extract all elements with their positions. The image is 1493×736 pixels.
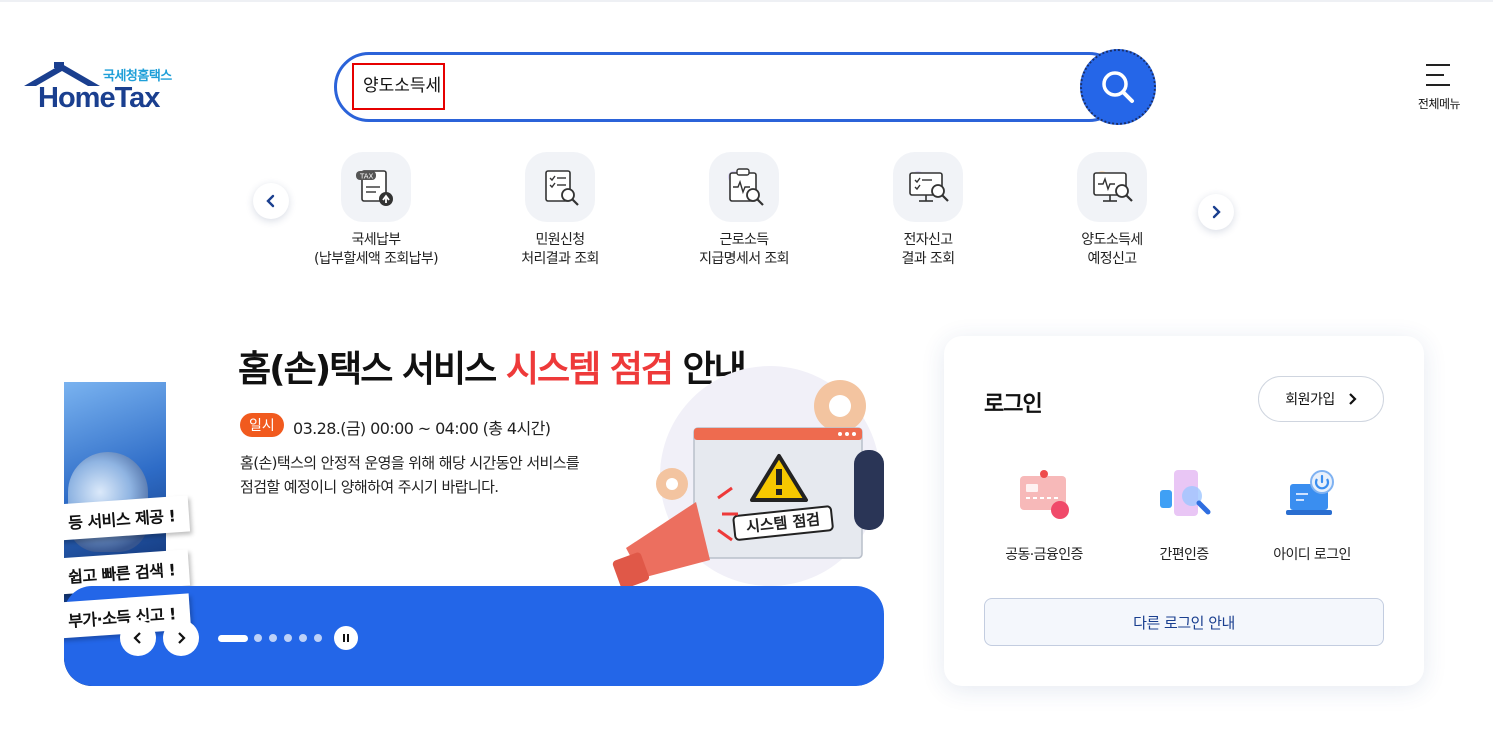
login-panel: 로그인 회원가입 공동·금융인증 간편인증 아이디 로그인 다른 로그인 안내 <box>944 336 1424 686</box>
slide-dot-active[interactable] <box>218 634 248 642</box>
search-button[interactable] <box>1080 49 1156 125</box>
banner-desc-line: 홈(손)택스의 안정적 운영을 위해 해당 시간동안 서비스를 <box>240 454 580 472</box>
hamburger-icon <box>1426 64 1450 94</box>
quick-menu-sublabel: 지급명세서 조회 <box>699 251 789 267</box>
slide-dot[interactable] <box>284 634 292 642</box>
chevron-left-icon <box>266 194 275 208</box>
quick-menu-label: 민원신청 <box>535 232 585 248</box>
login-option-label: 간편인증 <box>1159 547 1209 563</box>
simple-auth-login-option[interactable]: 간편인증 <box>1114 466 1254 564</box>
certificate-card-icon <box>1020 470 1069 519</box>
quick-menu-sublabel: 결과 조회 <box>901 251 956 267</box>
monitor-check-icon <box>893 152 963 222</box>
quick-menu-sublabel: (납부할세액 조회납부) <box>313 251 439 267</box>
document-search-icon <box>525 152 595 222</box>
chevron-right-icon <box>1348 393 1357 405</box>
slide-dot[interactable] <box>314 634 322 642</box>
certificate-login-option[interactable]: 공동·금융인증 <box>974 466 1114 564</box>
pause-icon <box>343 634 349 642</box>
signup-label: 회원가입 <box>1285 392 1335 408</box>
search-input[interactable] <box>334 52 1124 122</box>
slide-dot[interactable] <box>269 634 277 642</box>
slide-dot[interactable] <box>299 634 307 642</box>
banner-description: 홈(손)택스의 안정적 운영을 위해 해당 시간동안 서비스를점검할 예정이니 … <box>240 451 580 499</box>
quick-menu-sublabel: 예정신고 <box>1087 251 1137 267</box>
chevron-right-icon <box>178 632 186 644</box>
slide-indicator <box>218 633 329 643</box>
tax-payment-icon: TAX <box>341 152 411 222</box>
banner-desc-line: 점검할 예정이니 양해하여 주시기 바랍니다. <box>240 478 499 496</box>
login-option-label: 아이디 로그인 <box>1273 547 1351 563</box>
chevron-right-icon <box>1212 205 1221 219</box>
quick-menu-item[interactable]: TAX 국세납부 (납부할세액 조회납부) <box>284 152 468 269</box>
statement-search-icon <box>709 152 779 222</box>
top-divider <box>0 0 1493 2</box>
full-menu-button[interactable]: 전체메뉴 <box>1408 62 1470 114</box>
simple-auth-icon <box>1160 470 1211 516</box>
monitor-search-icon <box>1077 152 1147 222</box>
maintenance-illustration: 시스템 점검 <box>612 366 884 589</box>
quick-menu-label: 전자신고 <box>903 232 953 248</box>
quick-menu-item[interactable]: 양도소득세예정신고 <box>1020 152 1204 269</box>
quick-menu-item[interactable]: 전자신고결과 조회 <box>836 152 1020 269</box>
quick-menu-item[interactable]: 민원신청처리결과 조회 <box>468 152 652 269</box>
login-title: 로그인 <box>984 392 1043 417</box>
banner-prev-button[interactable] <box>120 620 156 656</box>
search-query-text[interactable]: 양도소득세 <box>352 63 445 110</box>
banner-title-part: 홈(손)택스 서비스 <box>238 349 506 390</box>
quick-menu-next-button[interactable] <box>1198 194 1234 230</box>
id-login-laptop-icon <box>1286 470 1334 515</box>
quick-menu-label: 양도소득세 <box>1081 232 1143 248</box>
temporary-badge: 일시 <box>240 413 284 437</box>
svg-text:TAX: TAX <box>359 173 374 181</box>
slide-dot[interactable] <box>254 634 262 642</box>
chevron-left-icon <box>133 632 141 644</box>
quick-menu-label: 근로소득 <box>719 232 769 248</box>
login-option-label: 공동·금융인증 <box>1005 547 1083 563</box>
other-login-guide-button[interactable]: 다른 로그인 안내 <box>984 598 1384 646</box>
signup-button[interactable]: 회원가입 <box>1258 376 1384 422</box>
quick-menu-sublabel: 처리결과 조회 <box>521 251 599 267</box>
quick-menu-label: 국세납부 <box>351 232 401 248</box>
hometax-logo[interactable]: 국세청홈택스 HomeTax <box>24 62 194 116</box>
full-menu-label: 전체메뉴 <box>1417 97 1461 111</box>
banner-next-button[interactable] <box>163 620 199 656</box>
quick-menu-item[interactable]: 근로소득지급명세서 조회 <box>652 152 836 269</box>
notice-banner[interactable]: 등 서비스 제공 ! 쉽고 빠른 검색 ! 홈(손)택스 서비스 시스템 점검 … <box>64 336 884 686</box>
search-icon <box>1102 71 1134 103</box>
logo-title: HomeTax <box>38 82 160 114</box>
maintenance-time: 03.28.(금) 00:00 ~ 04:00 (총 4시간) <box>293 419 551 438</box>
banner-pause-button[interactable] <box>334 626 358 650</box>
id-login-option[interactable]: 아이디 로그인 <box>1242 466 1382 564</box>
